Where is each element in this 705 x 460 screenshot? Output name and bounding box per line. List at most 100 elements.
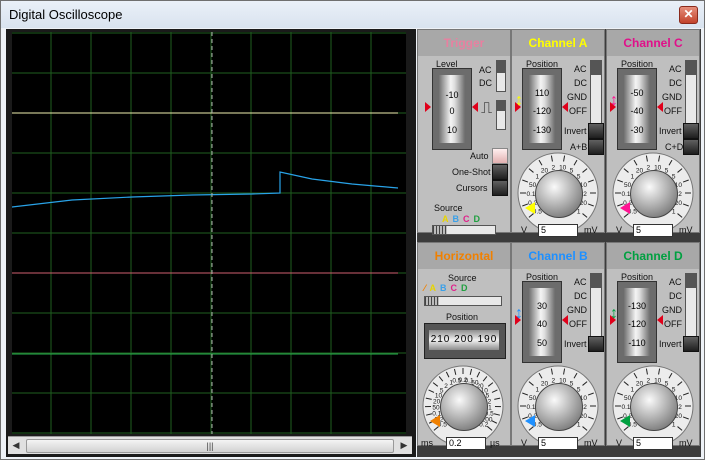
channel-a-wheel-bot: -130 [532, 125, 551, 135]
channel-c-invert-button[interactable] [683, 123, 699, 139]
channel-d-volts-value[interactable]: 5 [633, 437, 673, 450]
channel-a-position-wheel[interactable]: 110 -120 -130 [522, 68, 562, 150]
channel-b-coupling-switch[interactable] [590, 273, 602, 339]
channel-a-invert-label: Invert [564, 126, 587, 136]
channel-a-marker-right-icon [562, 102, 568, 112]
window-title: Digital Oscilloscope [9, 7, 123, 22]
channel-c-coupling-off: OFF [664, 106, 682, 116]
channel-d-wheel-bot: -110 [628, 338, 646, 348]
scope-screen [12, 32, 406, 434]
channel-c-position-wheel[interactable]: -50 -40 -30 [617, 68, 657, 150]
horizontal-position-wheel[interactable]: 210 200 190 [424, 323, 506, 359]
trigger-title: Trigger [418, 30, 510, 56]
mode-cursors-button[interactable] [492, 180, 508, 196]
channel-b-panel: Channel B Position 30 40 50 ↕ AC DC GND … [511, 242, 605, 450]
channel-c-coupling-gnd: GND [662, 92, 682, 102]
channel-b-coupling-dc: DC [574, 291, 587, 301]
channel-b-volts-knob[interactable] [535, 383, 583, 431]
channel-b-position-wheel[interactable]: 30 40 50 [522, 281, 562, 363]
dial-tick-label: 2 [583, 404, 587, 411]
level-marker-right-icon [472, 102, 478, 112]
channel-b-volts-value[interactable]: 5 [538, 437, 578, 450]
channel-d-position-wheel[interactable]: -130 -120 -110 [617, 281, 657, 363]
scroll-left-arrow-icon[interactable]: ◀ [8, 437, 24, 454]
channel-c-marker-right-icon [657, 102, 663, 112]
channel-c-panel: Channel C Position -50 -40 -30 ↕ AC DC G… [606, 29, 700, 237]
trigger-source-slider[interactable] [432, 225, 496, 235]
channel-b-coupling-gnd: GND [567, 305, 587, 315]
channel-c-sum-button[interactable] [683, 139, 699, 155]
oscilloscope-window: Digital Oscilloscope ✕ ◀ ||| ▶ Trigger L… [0, 0, 705, 460]
channel-b-unit-right: mV [584, 438, 598, 448]
channel-b-coupling-off: OFF [569, 319, 587, 329]
trigger-coupling-dc: DC [479, 78, 492, 88]
channel-c-volts-knob[interactable] [630, 170, 678, 218]
trigger-level-wheel[interactable]: -10 0 10 [432, 68, 472, 150]
channel-a-coupling-switch[interactable] [590, 60, 602, 126]
horizontal-scrollbar[interactable]: ◀ ||| ▶ [8, 436, 412, 454]
channel-b-invert-button[interactable] [588, 336, 604, 352]
channel-c-offset-arrow-icon: ↕ [610, 92, 618, 109]
channel-d-unit-left: V [616, 438, 623, 448]
channel-b-title: Channel B [512, 243, 604, 269]
timebase-value[interactable]: 0.2 [446, 437, 486, 450]
channel-d-panel: Channel D Position -130 -120 -110 ↕ AC D… [606, 242, 700, 450]
channel-c-unit-left: V [616, 225, 623, 235]
channel-a-wheel-top: 110 [534, 88, 550, 98]
channel-d-coupling-off: OFF [664, 319, 682, 329]
channel-b-coupling-ac: AC [574, 277, 587, 287]
channel-d-volts-knob[interactable] [630, 383, 678, 431]
channel-d-coupling-dc: DC [669, 291, 682, 301]
dial-tick-label: 2 [678, 404, 682, 411]
scroll-right-arrow-icon[interactable]: ▶ [396, 437, 412, 454]
trigger-source-label: Source [434, 203, 463, 213]
channel-c-wheel-bot: -30 [630, 125, 644, 135]
level-marker-left-icon [425, 102, 431, 112]
close-button[interactable]: ✕ [679, 6, 698, 24]
horizontal-title: Horizontal [418, 243, 510, 269]
horizontal-position-label: Position [446, 312, 479, 322]
trigger-panel: Trigger Level AC DC -10 0 10 ⎍ Auto One-… [417, 29, 511, 235]
channel-d-coupling-ac: AC [669, 277, 682, 287]
dial-tick-label: 1 [577, 208, 581, 215]
channel-a-volts-knob[interactable] [535, 170, 583, 218]
horizontal-source-slider[interactable] [424, 296, 502, 306]
channel-a-volts-value[interactable]: 5 [538, 224, 578, 237]
channel-a-invert-button[interactable] [588, 123, 604, 139]
control-panel: Trigger Level AC DC -10 0 10 ⎍ Auto One-… [417, 29, 701, 457]
channel-c-coupling-switch[interactable] [685, 60, 697, 126]
channel-d-coupling-switch[interactable] [685, 273, 697, 339]
channel-c-title: Channel C [607, 30, 699, 56]
channel-d-offset-arrow-icon: ↕ [610, 305, 618, 322]
mode-oneshot-button[interactable] [492, 164, 508, 180]
channel-d-invert-button[interactable] [683, 336, 699, 352]
timebase-unit-left: ms [421, 438, 433, 448]
edge-select-switch[interactable] [496, 100, 506, 130]
edge-polarity-icon: ⎍ [481, 100, 493, 117]
channel-d-wheel-mid: -120 [627, 319, 646, 329]
channel-a-coupling-ac: AC [574, 64, 587, 74]
channel-d-coupling-gnd: GND [662, 305, 682, 315]
channel-c-invert-label: Invert [659, 126, 682, 136]
channel-c-wheel-mid: -40 [630, 106, 644, 116]
horizontal-panel: Horizontal Source ⁄ A B C D Position 210 200… [417, 242, 511, 450]
channel-a-coupling-gnd: GND [567, 92, 587, 102]
title-bar[interactable]: Digital Oscilloscope ✕ [1, 1, 704, 28]
channel-a-coupling-off: OFF [569, 106, 587, 116]
channel-b-wheel-bot: 50 [536, 338, 547, 348]
mode-auto-button[interactable] [492, 148, 508, 164]
channel-a-offset-arrow-icon: ↕ [515, 92, 523, 109]
timebase-knob[interactable] [440, 383, 488, 431]
mode-oneshot-label: One-Shot [452, 167, 491, 177]
scroll-thumb[interactable]: ||| [26, 439, 394, 453]
dial-tick-label: 50 [432, 404, 440, 411]
channel-d-title: Channel D [607, 243, 699, 269]
channel-a-unit-left: V [521, 225, 528, 235]
trigger-coupling-switch[interactable] [496, 60, 506, 92]
level-wheel-mid: 0 [449, 106, 455, 116]
channel-a-sum-button[interactable] [588, 139, 604, 155]
mode-auto-label: Auto [470, 151, 489, 161]
channel-a-title: Channel A [512, 30, 604, 56]
channel-c-volts-value[interactable]: 5 [633, 224, 673, 237]
channel-d-invert-label: Invert [659, 339, 682, 349]
